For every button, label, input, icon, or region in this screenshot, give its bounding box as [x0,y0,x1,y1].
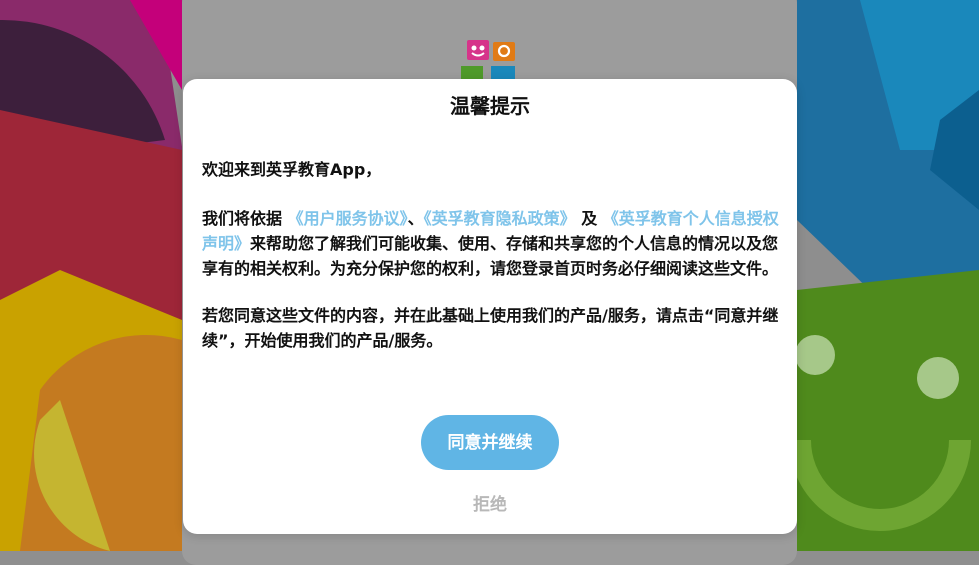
welcome-text: 欢迎来到英孚教育App， [202,160,382,179]
and-word: 及 [575,209,603,228]
agree-and-continue-button[interactable]: 同意并继续 [421,415,559,470]
consent-paragraph: 若您同意这些文件的内容，并在此基础上使用我们的产品/服务，请点击“同意并继续”，… [202,306,779,350]
agreement-paragraph: 我们将依据 《用户服务协议》、《英孚教育隐私政策》 及 《英孚教育个人信息授权声… [202,206,782,281]
privacy-policy-link[interactable]: 《英孚教育隐私政策》 [424,209,576,228]
reject-button[interactable]: 拒绝 [440,489,540,516]
separator: 、 [407,209,424,228]
agreement-rest: 来帮助您了解我们可能收集、使用、存储和共享您的个人信息的情况以及您享有的相关权利… [202,234,779,278]
dialog-body: 欢迎来到英孚教育App， 我们将依据 《用户服务协议》、《英孚教育隐私政策》 及… [202,157,782,353]
dialog-title: 温馨提示 [450,94,530,118]
agreement-intro: 我们将依据 [202,209,283,228]
app-logo-icon [461,40,515,82]
user-agreement-link[interactable]: 《用户服务协议》 [288,209,408,228]
privacy-dialog: 温馨提示 欢迎来到英孚教育App， 我们将依据 《用户服务协议》、《英孚教育隐私… [183,79,797,534]
